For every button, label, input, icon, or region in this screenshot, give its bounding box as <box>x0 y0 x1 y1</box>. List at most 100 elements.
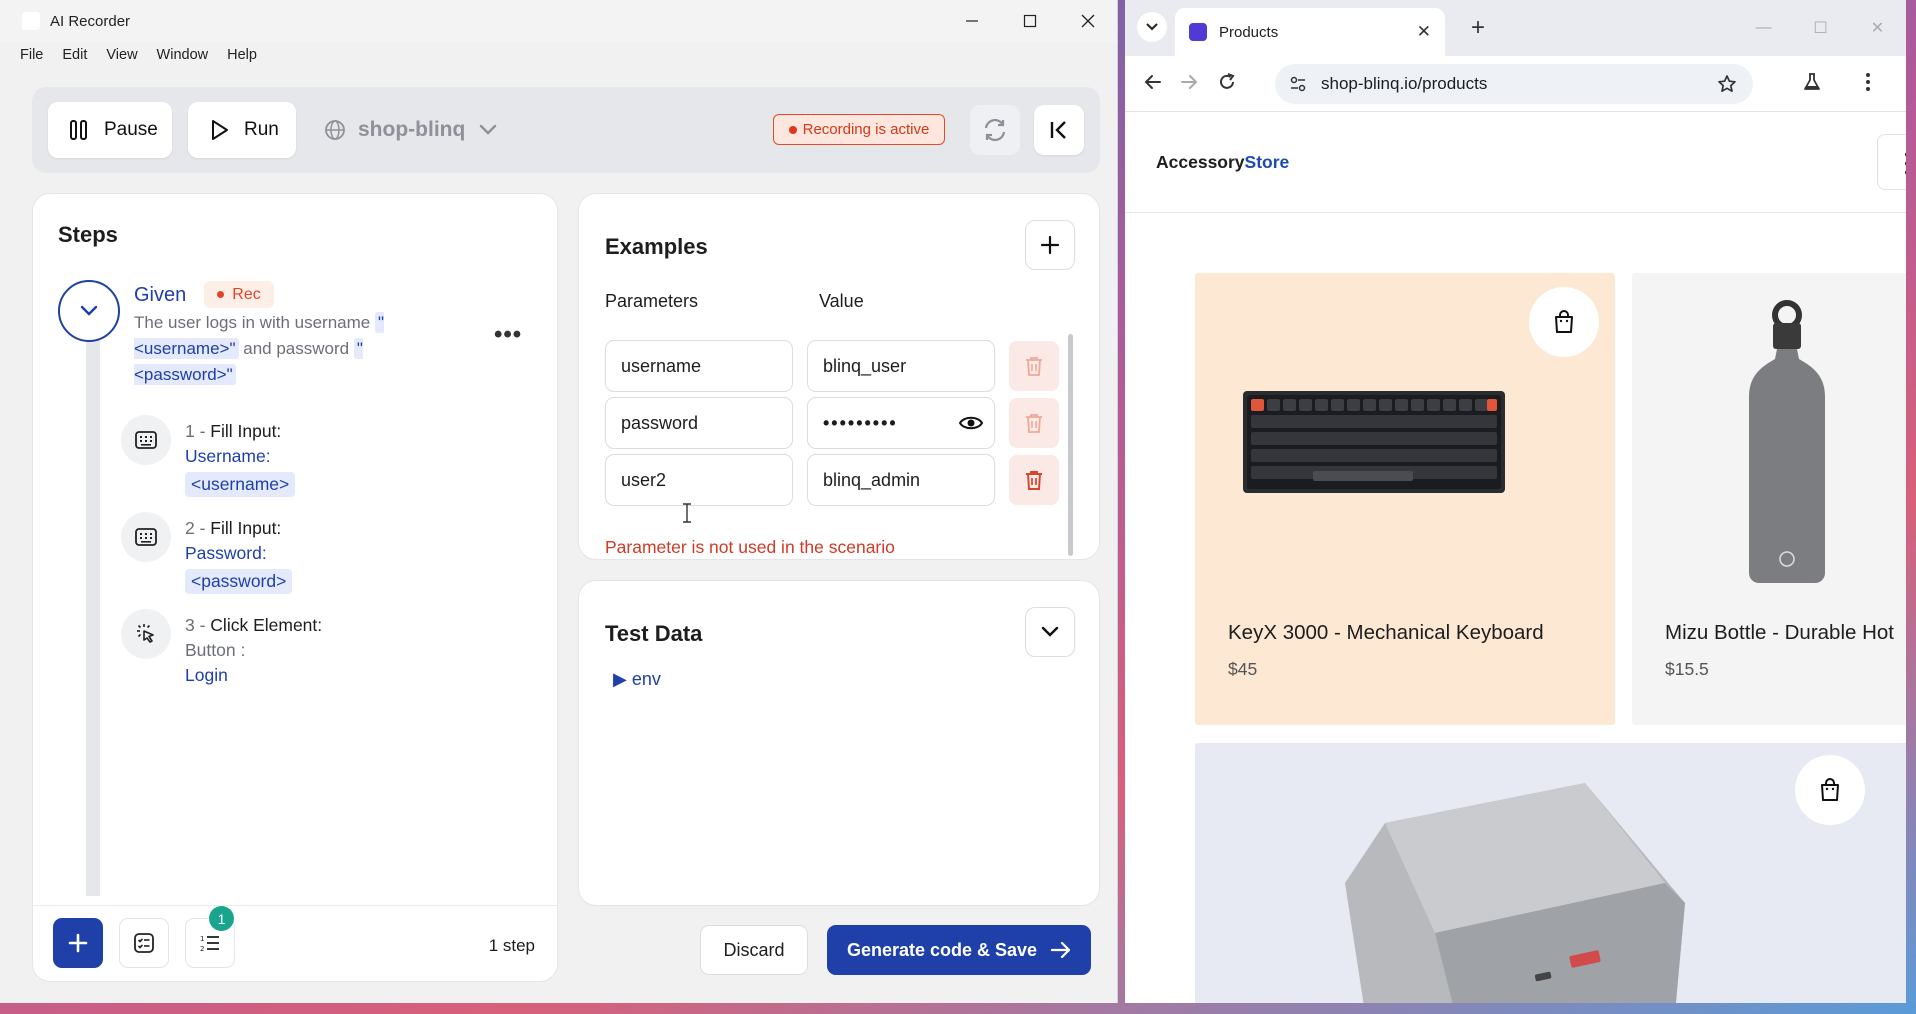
globe-icon <box>325 120 345 140</box>
numbered-list-icon: 1 2 <box>200 935 219 953</box>
forward-icon[interactable] <box>1179 72 1199 92</box>
browser-window: Products ✕ + — ☐ ✕ shop-blinq.io/product… <box>1125 0 1906 1003</box>
close-icon <box>1081 14 1095 28</box>
checklist-icon <box>134 933 154 953</box>
labs-flask-icon[interactable] <box>1802 72 1822 92</box>
param-value-input[interactable]: blinq_user <box>807 340 995 392</box>
test-data-title: Test Data <box>605 621 703 646</box>
bookmark-star-icon[interactable] <box>1717 74 1737 94</box>
pause-button[interactable]: Pause <box>48 102 172 158</box>
product-card[interactable]: KeyX 3000 - Mechanical Keyboard $45 <box>1195 273 1615 725</box>
delete-row-button[interactable] <box>1009 398 1059 448</box>
site-menu-button[interactable] <box>1877 134 1906 190</box>
plus-icon <box>1040 235 1060 255</box>
add-example-button[interactable] <box>1025 220 1075 270</box>
desc-prefix: The user logs in with username <box>134 313 371 332</box>
url-input[interactable]: shop-blinq.io/products <box>1275 64 1753 104</box>
product-card[interactable] <box>1195 743 1906 1003</box>
param-name-input[interactable]: username <box>605 340 793 392</box>
product-name[interactable]: Mizu Bottle - Durable Hot <box>1665 621 1894 645</box>
add-step-button[interactable] <box>53 918 103 968</box>
store-logo[interactable]: AccessoryStore <box>1156 152 1289 173</box>
browser-close-button[interactable]: ✕ <box>1849 0 1906 56</box>
reload-icon[interactable] <box>1217 72 1237 92</box>
browser-maximize-button[interactable]: ☐ <box>1792 0 1849 56</box>
steps-panel: Steps Given Rec The user logs in with us… <box>32 193 558 982</box>
rec-label: Rec <box>232 285 261 303</box>
more-options-icon[interactable]: ••• <box>494 321 522 349</box>
checklist-button[interactable] <box>119 918 169 968</box>
close-tab-icon[interactable]: ✕ <box>1417 22 1431 42</box>
power-bank-product-image <box>1345 783 1685 1003</box>
show-password-icon[interactable] <box>959 415 983 431</box>
given-collapse-toggle[interactable] <box>58 280 120 342</box>
click-icon <box>121 609 171 659</box>
test-data-panel: Test Data ▶ env <box>578 580 1100 906</box>
title-bar: AI Recorder <box>0 0 1117 42</box>
recording-status-text: Recording is active <box>802 121 930 138</box>
favicon-icon <box>1189 23 1207 41</box>
address-bar: shop-blinq.io/products <box>1125 56 1906 112</box>
product-card[interactable]: Mizu Bottle - Durable Hot $15.5 <box>1632 273 1906 725</box>
timeline-bar <box>86 304 100 896</box>
app-icon <box>22 12 40 30</box>
rec-pill: Rec <box>204 281 274 308</box>
trash-icon <box>1026 414 1042 433</box>
new-tab-button[interactable]: + <box>1471 14 1485 42</box>
maximize-button[interactable] <box>1001 0 1059 42</box>
minimize-button[interactable] <box>943 0 1001 42</box>
minimize-icon <box>966 20 978 22</box>
step-target: Login <box>185 665 228 685</box>
parameters-column-header: Parameters <box>605 291 699 311</box>
product-price: $15.5 <box>1665 659 1709 679</box>
tab-search-button[interactable] <box>1137 12 1167 42</box>
site-settings-icon[interactable] <box>1289 75 1307 93</box>
generate-save-button[interactable]: Generate code & Save <box>827 925 1091 975</box>
tab-title: Products <box>1219 23 1279 41</box>
tab-products[interactable]: Products ✕ <box>1175 8 1445 56</box>
run-button[interactable]: Run <box>188 102 296 158</box>
browser-menu-icon[interactable] <box>1865 72 1871 92</box>
bottle-product-image <box>1749 300 1825 583</box>
step-param: <username> <box>185 472 296 497</box>
menu-edit[interactable]: Edit <box>62 47 87 63</box>
add-to-cart-button[interactable] <box>1795 755 1865 825</box>
window-title: AI Recorder <box>50 12 131 30</box>
recording-status-badge: Recording is active <box>773 114 945 145</box>
back-icon[interactable] <box>1143 72 1163 92</box>
discard-button[interactable]: Discard <box>700 925 808 975</box>
product-name[interactable]: KeyX 3000 - Mechanical Keyboard <box>1228 621 1544 645</box>
project-selector[interactable]: shop-blinq <box>324 118 509 142</box>
delete-row-button[interactable] <box>1009 341 1059 391</box>
text-cursor-icon <box>683 503 691 523</box>
tree-node-env[interactable]: ▶ env <box>613 669 661 690</box>
close-button[interactable] <box>1059 0 1117 42</box>
examples-panel: Examples Parameters Value username blinq… <box>578 193 1100 560</box>
svg-text:1: 1 <box>200 935 204 943</box>
delete-row-button[interactable] <box>1009 455 1059 505</box>
menu-window[interactable]: Window <box>157 47 209 63</box>
menu-help[interactable]: Help <box>227 47 257 63</box>
play-icon <box>212 120 228 140</box>
shopping-bag-icon <box>1821 778 1839 801</box>
given-step-description[interactable]: The user logs in with username "<usernam… <box>134 310 434 388</box>
given-keyword: Given <box>134 284 187 306</box>
arrow-right-icon <box>1051 942 1071 958</box>
param-name-input[interactable]: password <box>605 397 793 449</box>
refresh-button[interactable] <box>970 105 1020 155</box>
caret-right-icon: ▶ <box>613 669 627 689</box>
collapse-panel-button[interactable] <box>1034 105 1084 155</box>
param-value-input[interactable]: blinq_admin <box>807 454 995 506</box>
validation-error: Parameter is not used in the scenario <box>605 537 895 557</box>
param-name-input[interactable]: user2 <box>605 454 793 506</box>
add-to-cart-button[interactable] <box>1529 287 1599 357</box>
step-text: 3 - Click Element: Button : Login <box>185 615 323 685</box>
step-text: 2 - Fill Input: Password: <password> <box>185 516 445 594</box>
menu-file[interactable]: File <box>20 47 43 63</box>
chevron-down-icon <box>1146 23 1158 31</box>
menu-view[interactable]: View <box>106 47 137 63</box>
generate-save-label: Generate code & Save <box>846 939 1038 960</box>
test-data-expand-button[interactable] <box>1025 607 1075 657</box>
browser-minimize-button[interactable]: — <box>1735 0 1792 56</box>
examples-scrollbar[interactable] <box>1068 334 1073 556</box>
